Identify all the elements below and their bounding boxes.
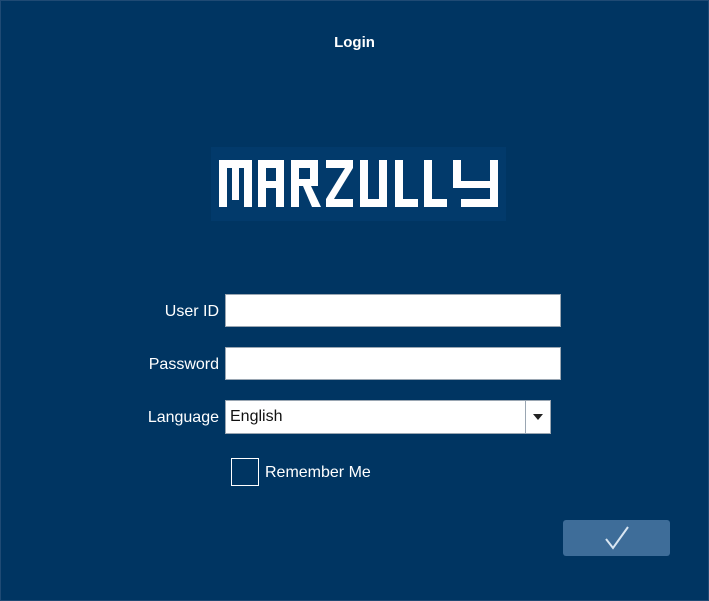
caret-down-icon (533, 414, 543, 420)
remember-me-label[interactable]: Remember Me (265, 464, 371, 482)
checkmark-icon (605, 526, 629, 550)
language-dropdown-button[interactable] (525, 401, 550, 433)
login-submit-button[interactable] (563, 520, 670, 556)
password-label: Password (148, 356, 219, 373)
brand-logo-graphic (219, 160, 498, 207)
password-input[interactable] (225, 347, 561, 380)
language-selected-value: English (230, 408, 283, 425)
remember-me-checkbox[interactable] (231, 458, 259, 486)
user-id-input[interactable] (225, 294, 561, 327)
window-title: Login (334, 34, 375, 51)
language-label: Language (147, 409, 219, 426)
login-window: Login User ID Password Language English … (0, 0, 709, 601)
user-id-label: User ID (164, 303, 219, 320)
brand-logo (211, 147, 506, 221)
language-select[interactable]: English (225, 400, 551, 434)
